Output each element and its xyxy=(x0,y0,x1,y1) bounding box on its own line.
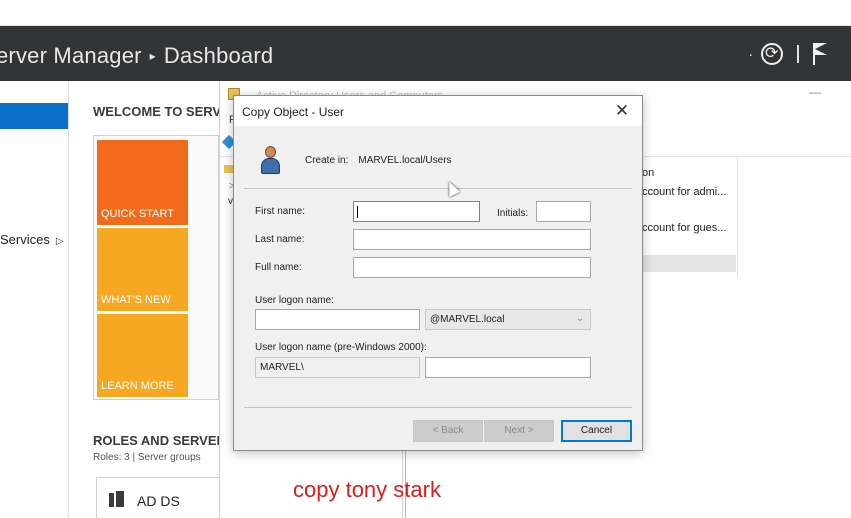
tile-learn-more[interactable]: LEARN MORE xyxy=(97,314,188,397)
nav-item-label: Services xyxy=(0,232,50,247)
create-in-label: Create in: xyxy=(305,155,349,166)
server-manager-header: erver Manager ▸ Dashboard · xyxy=(0,26,851,81)
header-actions: · xyxy=(748,41,829,67)
back-button[interactable]: < Back xyxy=(413,420,483,442)
upn-suffix-value: @MARVEL.local xyxy=(430,314,505,325)
left-navigation: Services ▷ xyxy=(0,81,69,518)
nav-item-services[interactable]: Services ▷ xyxy=(0,232,64,247)
divider xyxy=(244,407,632,408)
initials-label: Initials: xyxy=(497,208,529,219)
create-in-value: MARVEL.local/Users xyxy=(358,155,452,166)
expand-arrow-icon: ▷ xyxy=(55,236,64,247)
app-title: erver Manager xyxy=(0,43,142,68)
initials-field[interactable] xyxy=(536,201,591,222)
close-icon[interactable]: ✕ xyxy=(612,101,632,121)
copy-object-user-dialog: Copy Object - User ✕ Create in: MARVEL.lo… xyxy=(233,95,643,451)
nav-item-dashboard-selected[interactable] xyxy=(0,103,68,129)
quick-start-tiles: QUICK START WHAT'S NEW LEARN MORE xyxy=(93,135,219,400)
dropdown-dot-icon[interactable]: · xyxy=(748,46,753,62)
next-button[interactable]: Next > xyxy=(484,420,554,442)
browser-top-strip xyxy=(0,0,851,26)
chevron-down-icon: ⌄ xyxy=(575,313,584,324)
role-card-ad-ds[interactable]: AD DS xyxy=(96,477,220,518)
list-item-description[interactable]: ccount for gues... xyxy=(642,222,726,234)
role-card-label: AD DS xyxy=(137,493,180,509)
first-name-label: First name: xyxy=(255,206,306,217)
column-header-description[interactable]: on xyxy=(642,167,654,179)
column-divider xyxy=(737,157,738,277)
refresh-icon[interactable] xyxy=(761,43,783,65)
full-name-label: Full name: xyxy=(255,262,302,273)
divider xyxy=(244,188,632,189)
breadcrumb: erver Manager ▸ Dashboard xyxy=(0,43,273,69)
user-logon-name-field[interactable] xyxy=(255,309,420,330)
minimize-icon[interactable]: — xyxy=(809,85,821,99)
breadcrumb-separator-icon: ▸ xyxy=(149,49,156,63)
dialog-titlebar: Copy Object - User ✕ xyxy=(234,96,642,126)
list-item-description[interactable]: ccount for admi... xyxy=(642,186,726,198)
roles-heading: ROLES AND SERVER xyxy=(93,433,226,448)
tile-quick-start[interactable]: QUICK START xyxy=(97,140,188,225)
separator xyxy=(797,45,799,63)
last-name-label: Last name: xyxy=(255,234,305,245)
cancel-button[interactable]: Cancel xyxy=(561,420,632,442)
server-role-icon xyxy=(109,491,125,509)
create-in-text: Create in: MARVEL.local/Users xyxy=(305,155,452,166)
tile-whats-new[interactable]: WHAT'S NEW xyxy=(97,228,188,311)
upn-suffix-dropdown[interactable]: @MARVEL.local ⌄ xyxy=(425,309,591,330)
tile-label: WHAT'S NEW xyxy=(101,294,171,306)
roles-summary: Roles: 3 | Server groups xyxy=(93,452,201,463)
user-logon-name-label: User logon name: xyxy=(255,295,334,306)
welcome-heading: WELCOME TO SERVE xyxy=(93,104,230,119)
tile-label: QUICK START xyxy=(101,208,174,220)
page-title: Dashboard xyxy=(163,43,274,68)
user-icon xyxy=(260,146,280,176)
notifications-flag-icon[interactable] xyxy=(813,43,829,65)
annotation-caption: copy tony stark xyxy=(293,477,441,502)
pre-windows-2000-name-field[interactable] xyxy=(425,357,591,378)
dialog-title: Copy Object - User xyxy=(242,105,345,119)
full-name-field[interactable] xyxy=(353,257,591,278)
pre-windows-2000-label: User logon name (pre-Windows 2000): xyxy=(255,342,427,353)
pre-windows-2000-domain: MARVEL\ xyxy=(255,357,420,378)
first-name-field[interactable] xyxy=(353,201,480,222)
last-name-field[interactable] xyxy=(353,229,591,250)
selected-row-highlight[interactable] xyxy=(642,255,736,272)
tile-label: LEARN MORE xyxy=(101,380,174,392)
